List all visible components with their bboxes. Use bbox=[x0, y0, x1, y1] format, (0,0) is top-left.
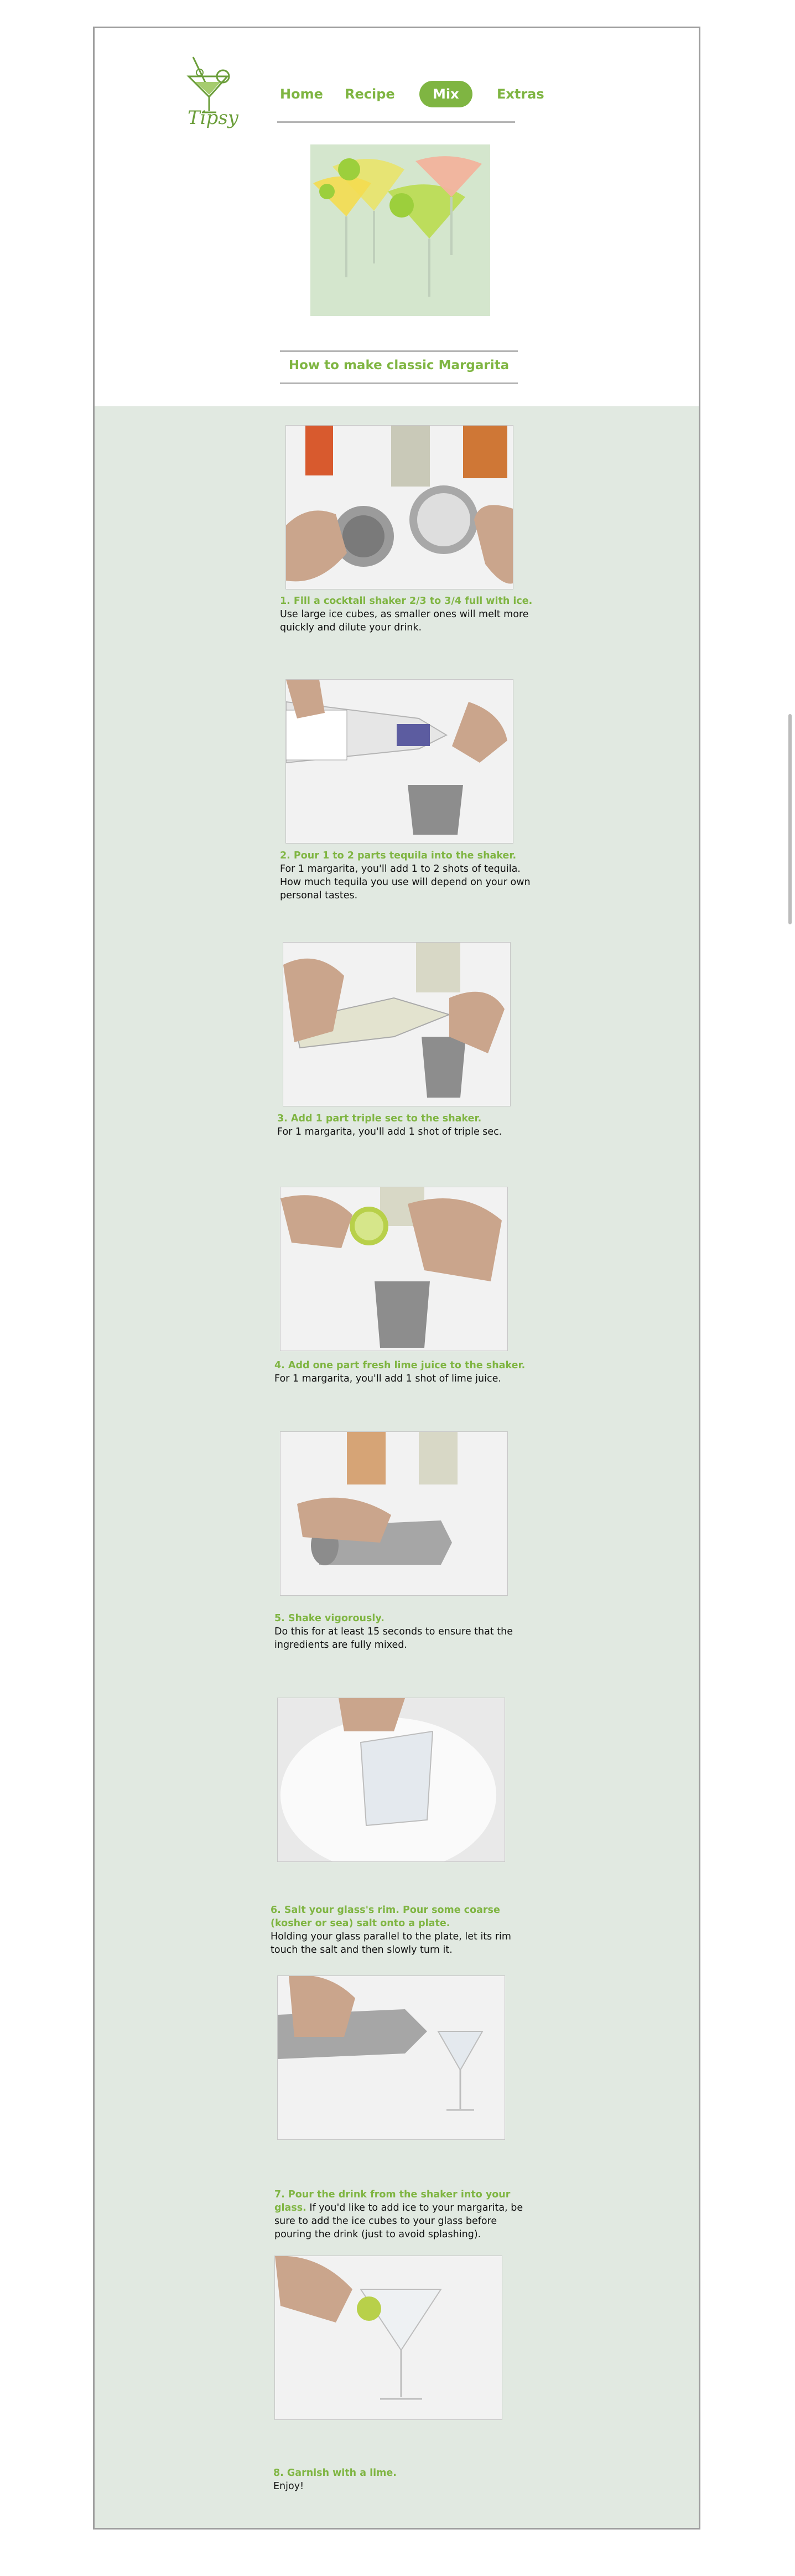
step-body: For 1 margarita, you'll add 1 to 2 shots… bbox=[280, 863, 531, 901]
step-body: For 1 margarita, you'll add 1 shot of tr… bbox=[277, 1126, 502, 1137]
step-4-text: 4. Add one part fresh lime juice to the … bbox=[274, 1359, 529, 1385]
step-7-photo bbox=[277, 1975, 505, 2140]
step-body: For 1 margarita, you'll add 1 shot of li… bbox=[274, 1373, 501, 1384]
step-6-photo bbox=[277, 1698, 505, 1862]
step-4-photo bbox=[280, 1187, 508, 1351]
nav-extras[interactable]: Extras bbox=[497, 81, 544, 107]
step-title: 2. Pour 1 to 2 parts tequila into the sh… bbox=[280, 850, 517, 861]
step-body: Holding your glass parallel to the plate… bbox=[271, 1931, 511, 1956]
step-1-photo bbox=[285, 425, 513, 589]
step-2-text: 2. Pour 1 to 2 parts tequila into the sh… bbox=[280, 849, 534, 902]
header: Tipsy Home Recipe Mix Extras How to make… bbox=[95, 28, 699, 405]
steps-section: 1. Fill a cocktail shaker 2/3 to 3/4 ful… bbox=[95, 406, 699, 2528]
nav-home[interactable]: Home bbox=[280, 81, 323, 107]
step-title: 5. Shake vigorously. bbox=[274, 1613, 384, 1624]
step-body: Do this for at least 15 seconds to ensur… bbox=[274, 1626, 513, 1651]
step-1-text: 1. Fill a cocktail shaker 2/3 to 3/4 ful… bbox=[280, 594, 534, 634]
step-body: If you'd like to add ice to your margari… bbox=[274, 2202, 523, 2240]
nav-mix[interactable]: Mix bbox=[419, 81, 472, 107]
martini-glass-icon[interactable] bbox=[183, 51, 233, 157]
step-8-text: 8. Garnish with a lime. Enjoy! bbox=[273, 2466, 528, 2493]
brand-name: Tipsy bbox=[188, 107, 238, 129]
step-8-photo bbox=[274, 2256, 502, 2420]
scrollbar[interactable] bbox=[788, 714, 792, 924]
nav-divider bbox=[277, 121, 515, 123]
step-title: 8. Garnish with a lime. bbox=[273, 2468, 397, 2479]
title-rule-top bbox=[280, 350, 518, 352]
step-5-photo bbox=[280, 1431, 508, 1596]
step-7-text: 7. Pour the drink from the shaker into y… bbox=[274, 2188, 529, 2241]
step-title: 4. Add one part fresh lime juice to the … bbox=[274, 1360, 526, 1371]
page-title: How to make classic Margarita bbox=[288, 358, 510, 373]
step-3-photo bbox=[283, 942, 511, 1106]
hero-image bbox=[310, 144, 490, 316]
step-3-text: 3. Add 1 part triple sec to the shaker. … bbox=[277, 1112, 532, 1139]
step-body: Enjoy! bbox=[273, 2481, 304, 2492]
step-title: 3. Add 1 part triple sec to the shaker. bbox=[277, 1113, 482, 1124]
step-5-text: 5. Shake vigorously. Do this for at leas… bbox=[274, 1612, 529, 1652]
page-frame: Tipsy Home Recipe Mix Extras How to make… bbox=[93, 27, 700, 2530]
step-title: 6. Salt your glass's rim. Pour some coar… bbox=[271, 1905, 500, 1929]
title-rule-bottom bbox=[280, 382, 518, 384]
step-2-photo bbox=[285, 679, 513, 844]
step-title: 1. Fill a cocktail shaker 2/3 to 3/4 ful… bbox=[280, 596, 533, 607]
step-body: Use large ice cubes, as smaller ones wil… bbox=[280, 609, 529, 633]
nav-recipe[interactable]: Recipe bbox=[345, 81, 395, 107]
step-6-text: 6. Salt your glass's rim. Pour some coar… bbox=[271, 1903, 525, 1957]
